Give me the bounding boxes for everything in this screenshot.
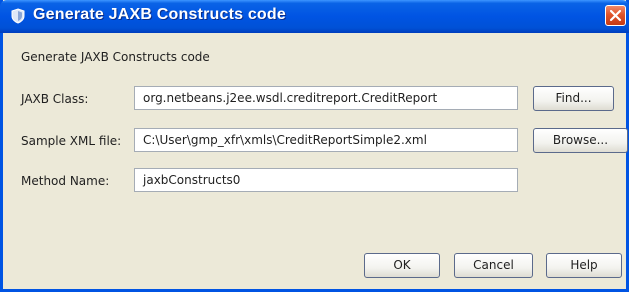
close-button[interactable] — [605, 5, 626, 26]
title-bar[interactable]: Generate JAXB Constructs code — [0, 0, 629, 33]
browse-button[interactable]: Browse... — [533, 128, 628, 153]
find-button[interactable]: Find... — [533, 86, 614, 111]
help-button[interactable]: Help — [546, 253, 622, 278]
dialog-subtitle: Generate JAXB Constructs code — [21, 50, 210, 64]
sample-xml-field[interactable]: C:\User\gmp_xfr\xmls\CreditReportSimple2… — [134, 128, 518, 152]
jaxb-class-field[interactable]: org.netbeans.j2ee.wsdl.creditreport.Cred… — [134, 86, 518, 110]
close-icon — [609, 9, 622, 22]
jaxb-class-label: JAXB Class: — [21, 92, 89, 106]
sample-xml-label: Sample XML file: — [21, 134, 122, 148]
dialog-body: Generate JAXB Constructs code JAXB Class… — [3, 33, 628, 289]
cancel-button[interactable]: Cancel — [454, 253, 533, 278]
method-name-field[interactable]: jaxbConstructs0 — [134, 168, 518, 192]
shield-icon — [10, 8, 26, 24]
ok-button[interactable]: OK — [364, 253, 440, 278]
dialog-title: Generate JAXB Constructs code — [33, 6, 286, 23]
method-name-label: Method Name: — [21, 174, 110, 188]
dialog-window: Generate JAXB Constructs code Generate J… — [0, 0, 629, 292]
